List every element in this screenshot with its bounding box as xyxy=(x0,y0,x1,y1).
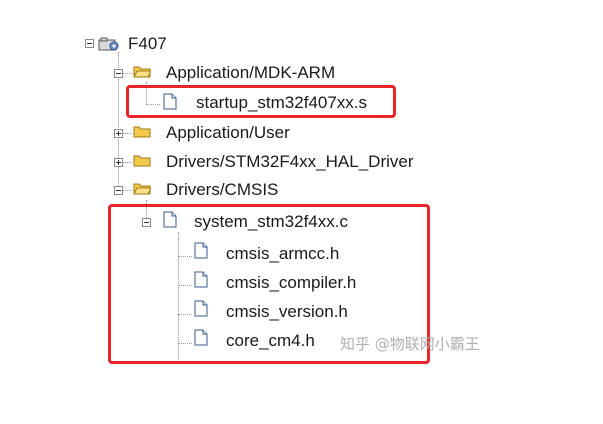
group-label-cmsis[interactable]: Drivers/CMSIS xyxy=(166,180,278,200)
highlight-box-startup xyxy=(126,85,396,118)
folder-icon xyxy=(133,155,151,167)
folder-open-icon xyxy=(133,183,151,195)
group-label-user[interactable]: Application/User xyxy=(166,123,290,143)
project-root-label[interactable]: F407 xyxy=(128,34,167,54)
collapse-toggle-cmsis[interactable] xyxy=(114,186,123,195)
project-root-icon xyxy=(98,37,119,51)
expand-toggle-hal-driver[interactable] xyxy=(114,158,123,167)
group-label-mdk-arm[interactable]: Application/MDK-ARM xyxy=(166,63,335,83)
folder-icon xyxy=(133,126,151,138)
folder-open-icon xyxy=(133,66,151,78)
watermark-text: 知乎 @物联网小霸王 xyxy=(340,335,480,353)
project-tree-screenshot: F407 Application/MDK-ARM startup_stm32f4… xyxy=(0,0,603,424)
collapse-toggle-root[interactable] xyxy=(85,39,94,48)
expand-toggle-user[interactable] xyxy=(114,129,123,138)
group-label-hal-driver[interactable]: Drivers/STM32F4xx_HAL_Driver xyxy=(166,152,414,172)
collapse-toggle-mdk-arm[interactable] xyxy=(114,69,123,78)
